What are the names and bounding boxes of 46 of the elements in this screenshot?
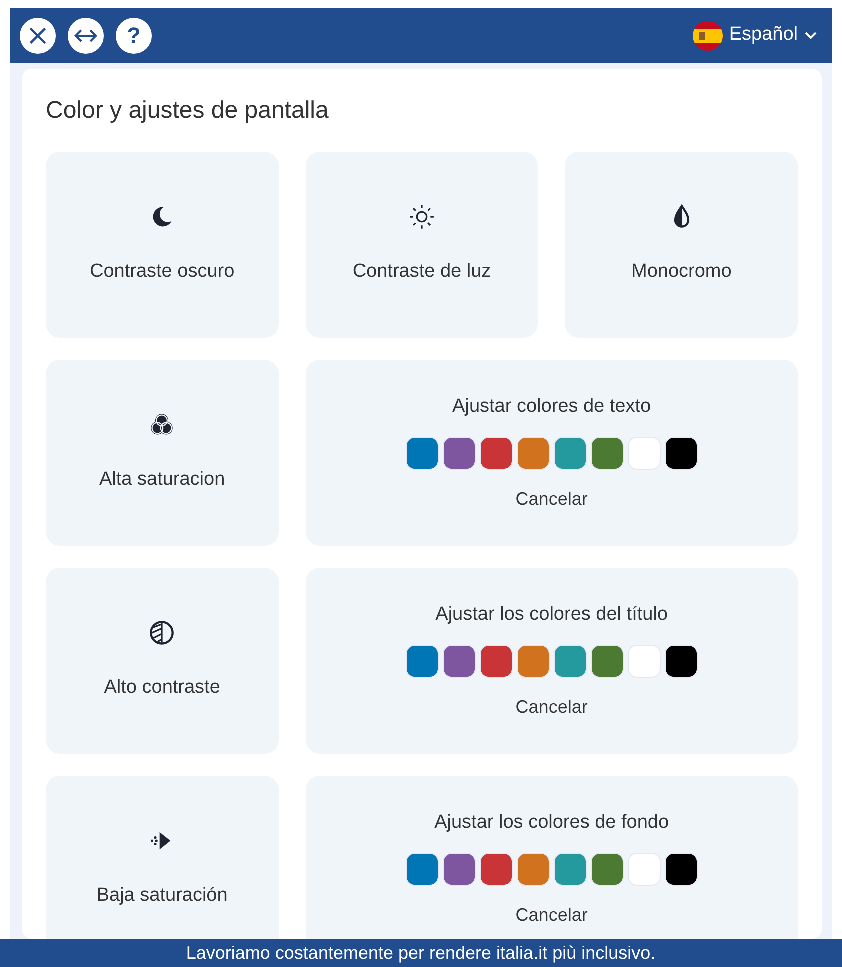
cancel-link[interactable]: Cancelar: [516, 694, 588, 722]
feature-tile[interactable]: Baja saturación: [46, 776, 279, 939]
help-button[interactable]: ?: [116, 18, 152, 54]
color-swatch[interactable]: [480, 853, 513, 886]
color-swatch[interactable]: [554, 645, 587, 678]
color-swatch[interactable]: [590, 645, 624, 678]
color-swatch[interactable]: [628, 645, 661, 678]
flag-icon: [693, 20, 724, 50]
color-swatch[interactable]: [590, 853, 624, 886]
color-swatch[interactable]: [590, 437, 624, 470]
color-swatch[interactable]: [516, 853, 550, 886]
feature-tile[interactable]: Contraste oscuro: [46, 152, 279, 338]
panel-title: Ajustar los colores del título: [436, 602, 668, 627]
color-swatch[interactable]: [442, 645, 476, 678]
color-swatch[interactable]: [664, 437, 698, 470]
panel-title: Ajustar colores de texto: [452, 394, 652, 419]
cancel-link[interactable]: Cancelar: [516, 902, 588, 930]
chevron-down-icon: [804, 30, 818, 40]
section-title: Color y ajustes de pantalla: [46, 97, 330, 126]
cancel-link[interactable]: Cancelar: [516, 486, 588, 514]
color-swatch[interactable]: [406, 853, 439, 886]
half-circle-icon: [149, 620, 176, 646]
color-swatch[interactable]: [480, 437, 513, 470]
color-swatch[interactable]: [516, 437, 550, 470]
color-swatch[interactable]: [480, 645, 513, 678]
color-swatch[interactable]: [628, 853, 661, 886]
resize-button[interactable]: [68, 18, 104, 54]
color-swatch[interactable]: [406, 645, 439, 678]
feature-tile[interactable]: Alto contraste: [46, 568, 279, 754]
sun-icon: [408, 204, 435, 230]
color-swatch[interactable]: [664, 853, 698, 886]
color-swatch[interactable]: [406, 437, 439, 470]
color-swatch[interactable]: [554, 853, 587, 886]
color-swatch[interactable]: [516, 645, 550, 678]
feature-tile[interactable]: Contraste de luz: [306, 152, 538, 338]
feature-tile[interactable]: Alta saturacion: [46, 360, 279, 546]
language-selector[interactable]: Español: [689, 20, 822, 50]
info-banner: Lavoriamo costantemente per rendere italia.it più inclusivo.: [0, 939, 842, 967]
panel-title: Ajustar los colores de fondo: [434, 810, 670, 835]
color-swatch[interactable]: [554, 437, 587, 470]
color-swatch[interactable]: [628, 437, 661, 470]
color-swatch[interactable]: [664, 645, 698, 678]
feature-tile[interactable]: Monocromo: [565, 152, 798, 338]
color-swatch[interactable]: [442, 437, 476, 470]
color-swatch[interactable]: [442, 853, 476, 886]
close-button[interactable]: [20, 18, 56, 54]
